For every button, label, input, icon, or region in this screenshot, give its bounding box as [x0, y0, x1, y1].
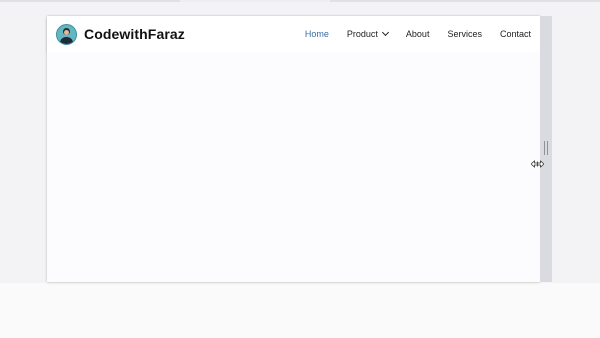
nav-item-label: Contact	[499, 29, 531, 39]
avatar-body	[60, 36, 73, 44]
nav-item-about[interactable]: About	[406, 29, 430, 39]
brand-name: CodewithFaraz	[84, 26, 185, 42]
nav-item-home[interactable]: Home	[305, 29, 329, 39]
nav-item-contact[interactable]: Contact	[500, 29, 531, 39]
page-bottom-area	[0, 283, 600, 338]
avatar-icon	[56, 23, 77, 45]
avatar-face	[64, 29, 69, 35]
nav-item-product[interactable]: Product	[346, 28, 389, 39]
responsive-preview-frame: CodewithFaraz Home Product About Service…	[47, 16, 540, 282]
chevron-down-icon	[381, 28, 389, 37]
nav-item-label: Home	[304, 29, 329, 39]
horizontal-resize-cursor-icon	[531, 160, 544, 168]
resize-handle[interactable]	[540, 16, 552, 282]
resize-grip-line	[544, 141, 545, 155]
nav-item-label: Product	[346, 29, 378, 39]
page-content	[47, 52, 540, 282]
nav-item-label: Services	[447, 29, 482, 39]
resize-grip-line	[547, 141, 548, 155]
navbar: CodewithFaraz Home Product About Service…	[47, 16, 540, 52]
browser-top-strip	[0, 0, 600, 2]
nav-item-services[interactable]: Services	[447, 29, 482, 39]
brand[interactable]: CodewithFaraz	[56, 23, 185, 45]
nav-links: Home Product About Services Contact	[287, 16, 531, 52]
nav-item-label: About	[405, 29, 430, 39]
